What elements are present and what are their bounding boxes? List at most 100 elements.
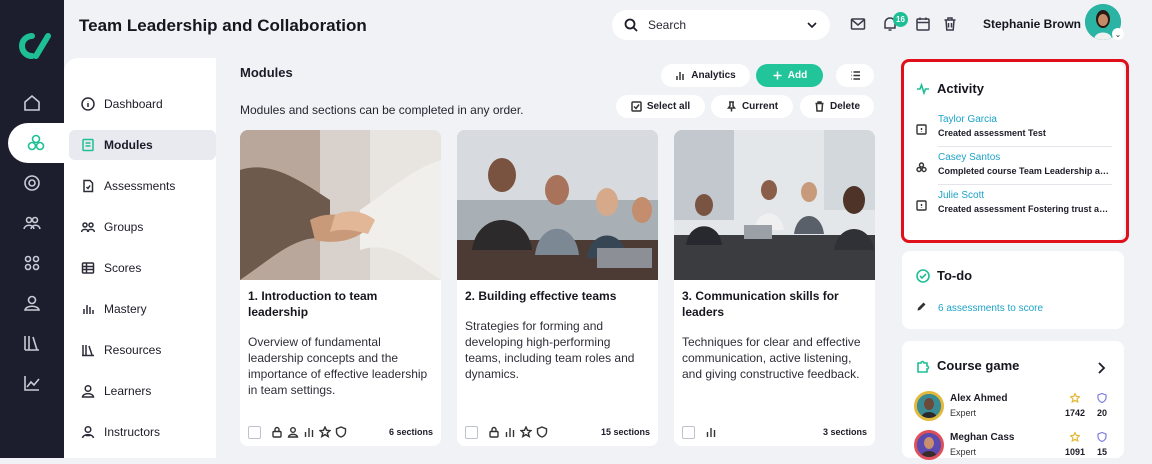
module-checkbox[interactable] <box>465 425 478 439</box>
search-box[interactable]: Search <box>612 10 830 40</box>
book-icon <box>82 138 94 152</box>
current-label: Current <box>741 101 779 112</box>
rail-home[interactable] <box>0 83 64 123</box>
sidebar-item-instructors[interactable]: Instructors <box>69 417 216 447</box>
trash-icon <box>944 17 956 31</box>
rail-profile[interactable] <box>0 283 64 323</box>
bar-chart-icon <box>706 428 716 437</box>
delete-button[interactable]: Delete <box>800 95 874 118</box>
sidebar-item-dashboard[interactable]: Dashboard <box>69 89 216 119</box>
select-all-button[interactable]: Select all <box>616 95 705 118</box>
user-icon <box>81 384 95 398</box>
module-image-conference <box>674 130 875 280</box>
list-icon <box>850 71 860 80</box>
leaderboard-player[interactable]: Alex Ahmed Expert 1742 20 <box>914 391 1114 425</box>
section-count: 3 sections <box>822 427 867 437</box>
module-description: Techniques for clear and effective commu… <box>682 335 861 381</box>
sidebar-item-label: Resources <box>104 343 162 357</box>
modules-subtitle: Modules and sections can be completed in… <box>240 103 524 117</box>
player-badges: 15 <box>1096 447 1107 457</box>
sidebar-item-label: Mastery <box>104 302 147 316</box>
calendar-button[interactable] <box>915 16 933 34</box>
module-card[interactable]: 2. Building effective teams Strategies f… <box>457 130 658 446</box>
modules-heading: Modules <box>240 65 293 80</box>
groups-icon <box>81 222 95 233</box>
analytics-button[interactable]: Analytics <box>661 64 750 87</box>
analytics-label: Analytics <box>691 70 736 81</box>
mail-icon <box>850 18 866 30</box>
module-card[interactable]: 1. Introduction to team leadership Overv… <box>240 130 441 446</box>
sidebar-item-assessments[interactable]: Assessments <box>69 171 216 201</box>
module-description: Overview of fundamental leadership conce… <box>248 335 428 397</box>
section-count: 6 sections <box>388 427 433 437</box>
sidebar-item-label: Instructors <box>104 425 161 439</box>
app-logo[interactable] <box>12 30 52 62</box>
sidebar-item-label: Scores <box>104 261 142 275</box>
todo-title: To-do <box>937 268 973 283</box>
module-checkbox[interactable] <box>248 425 261 439</box>
sidebar-item-label: Learners <box>104 384 152 398</box>
rail-people[interactable] <box>0 203 64 243</box>
courses-icon <box>27 134 45 151</box>
rail-courses[interactable] <box>8 123 64 163</box>
star-icon <box>319 426 331 438</box>
module-card[interactable]: 3. Communication skills for leaders Tech… <box>674 130 875 446</box>
add-button[interactable]: Add <box>756 64 823 87</box>
rail-goals[interactable] <box>0 163 64 203</box>
player-points: 1742 <box>1064 408 1086 418</box>
player-role: Expert <box>950 408 977 418</box>
module-title[interactable]: 2. Building effective teams <box>465 288 645 304</box>
pencil-icon <box>917 302 926 311</box>
rail-reports[interactable] <box>0 363 64 403</box>
trash-button[interactable] <box>942 16 960 34</box>
puzzle-icon <box>917 360 930 373</box>
star-icon <box>1070 432 1080 442</box>
current-button[interactable]: Current <box>711 95 793 118</box>
sidebar-item-label: Assessments <box>104 179 176 193</box>
sidebar-item-label: Modules <box>104 138 153 152</box>
todo-link[interactable]: 6 assessments to score <box>938 303 1043 314</box>
user-menu-chevron-icon[interactable]: ⌄ <box>1112 28 1124 40</box>
player-avatar <box>914 391 944 421</box>
module-description: Strategies for forming and developing hi… <box>465 319 635 381</box>
module-image-team-meeting <box>457 130 658 280</box>
user-icon <box>287 427 299 438</box>
sidebar-item-modules[interactable]: Modules <box>69 130 216 160</box>
shield-icon <box>1097 393 1107 403</box>
search-icon <box>624 18 638 32</box>
player-name: Alex Ahmed <box>950 393 1008 404</box>
library-icon <box>24 336 39 351</box>
assessment-icon <box>83 179 94 193</box>
highlight-frame <box>901 59 1129 243</box>
search-input[interactable]: Search <box>648 18 806 32</box>
scores-icon <box>81 262 95 274</box>
sidebar-item-mastery[interactable]: Mastery <box>69 294 216 324</box>
module-title[interactable]: 1. Introduction to team leadership <box>248 288 428 320</box>
sidebar-item-groups[interactable]: Groups <box>69 212 216 242</box>
mail-button[interactable] <box>850 16 868 34</box>
sidebar-item-label: Groups <box>104 220 144 234</box>
bar-chart-icon <box>505 428 515 437</box>
module-footer: 6 sections <box>248 424 433 440</box>
shield-icon <box>335 426 347 438</box>
game-title: Course game <box>937 358 1020 373</box>
sidebar-item-scores[interactable]: Scores <box>69 253 216 283</box>
target-icon <box>24 175 40 191</box>
chevron-right-icon[interactable] <box>1096 362 1106 374</box>
module-title[interactable]: 3. Communication skills for leaders <box>682 288 862 320</box>
player-name: Meghan Cass <box>950 432 1015 443</box>
grid-icon <box>24 255 40 271</box>
rail-library[interactable] <box>0 323 64 363</box>
sidebar-item-resources[interactable]: Resources <box>69 335 216 365</box>
main-content: Modules Analytics Add Modules and sectio… <box>216 58 884 458</box>
chevron-down-icon[interactable] <box>806 19 818 31</box>
page-title: Team Leadership and Collaboration <box>79 16 367 35</box>
sidebar-item-learners[interactable]: Learners <box>69 376 216 406</box>
list-view-button[interactable] <box>836 64 874 87</box>
sidebar: Dashboard Modules Assessments Groups Sco… <box>64 58 216 458</box>
calendar-icon <box>916 17 930 31</box>
user-name: Stephanie Brown <box>983 17 1082 31</box>
leaderboard-player[interactable]: Meghan Cass Expert 1091 15 <box>914 430 1114 464</box>
module-checkbox[interactable] <box>682 425 695 439</box>
rail-apps[interactable] <box>0 243 64 283</box>
